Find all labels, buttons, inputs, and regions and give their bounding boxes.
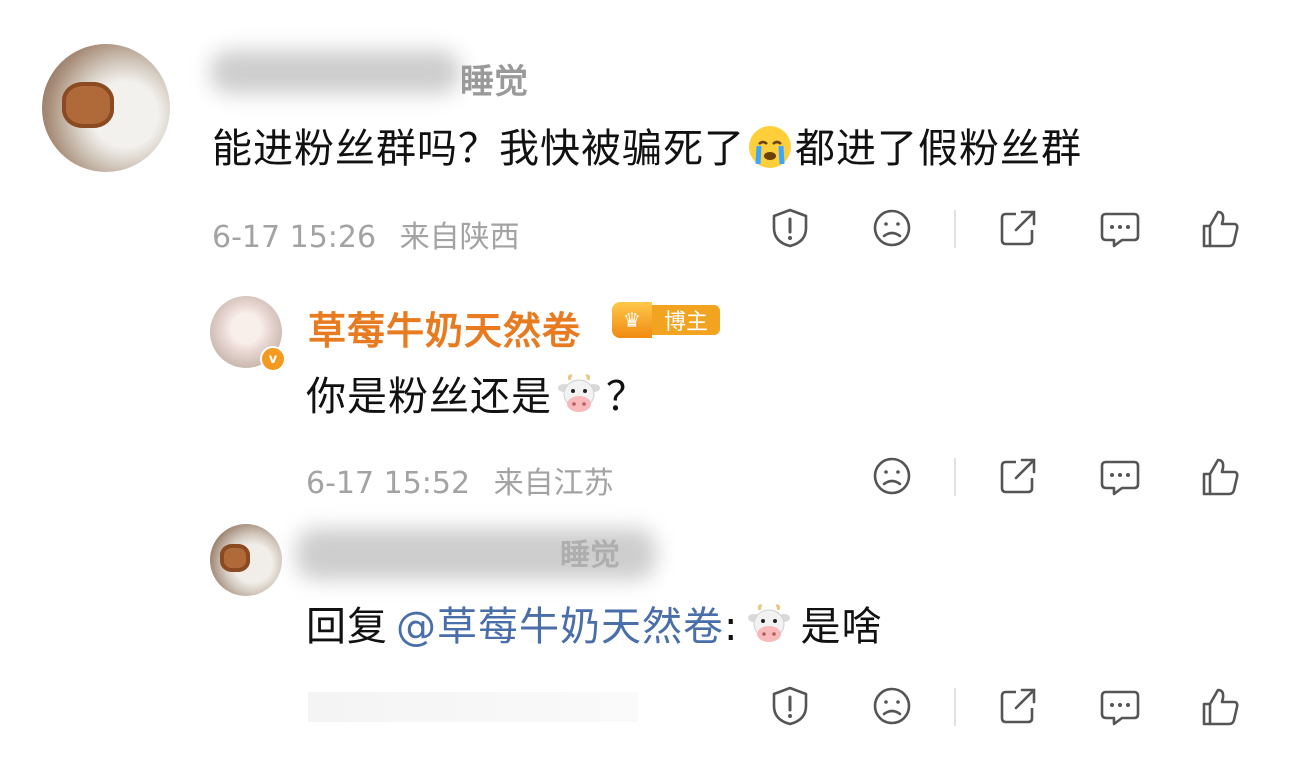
share-icon[interactable]: [996, 454, 1040, 498]
cow-emoji-icon: [558, 374, 600, 412]
cow-emoji-icon: [748, 604, 791, 642]
username[interactable]: 草莓牛奶天然卷: [308, 300, 581, 355]
avatar[interactable]: [42, 44, 170, 172]
comment-text: 回复 @草莓牛奶天然卷: 是啥: [306, 602, 882, 651]
comment-text-part: 能进粉丝群吗？我快被骗死了: [212, 126, 745, 172]
reply-prefix: 回复: [306, 604, 388, 650]
report-icon[interactable]: [768, 206, 812, 250]
comment-icon[interactable]: [1098, 206, 1142, 250]
dislike-icon[interactable]: [870, 454, 914, 498]
report-icon[interactable]: [768, 684, 812, 728]
crying-emoji-icon: [749, 126, 791, 168]
action-bar: [0, 454, 1290, 502]
comment-text-part: 都进了假粉丝群: [795, 126, 1082, 172]
mention-link[interactable]: @草莓牛奶天然卷: [396, 604, 724, 650]
dislike-icon[interactable]: [870, 684, 914, 728]
comment-text-part: 是啥: [800, 604, 883, 650]
colon: :: [724, 604, 739, 650]
share-icon[interactable]: [996, 206, 1040, 250]
divider: [954, 458, 956, 496]
crown-icon: ♛: [612, 302, 652, 338]
divider: [954, 688, 956, 726]
cookie-image: [220, 544, 250, 572]
comment-text-part: 你是粉丝还是: [306, 374, 552, 420]
comment-icon[interactable]: [1098, 454, 1142, 498]
divider: [954, 210, 956, 248]
dislike-icon[interactable]: [870, 206, 914, 250]
blurred-username: [210, 50, 460, 94]
username[interactable]: 睡觉: [460, 54, 528, 103]
blogger-badge: ♛ 博主: [612, 302, 721, 338]
comment-text: 你是粉丝还是 ？: [306, 372, 647, 421]
like-icon[interactable]: [1198, 684, 1242, 728]
badge-label: 博主: [652, 305, 721, 335]
username[interactable]: 睡觉: [560, 530, 620, 574]
comment-icon[interactable]: [1098, 684, 1142, 728]
avatar[interactable]: [210, 524, 282, 596]
like-icon[interactable]: [1198, 206, 1242, 250]
comment-text: 能进粉丝群吗？我快被骗死了 都进了假粉丝群: [212, 124, 1082, 173]
action-bar: [0, 206, 1290, 254]
verified-badge-icon: v: [260, 346, 286, 372]
action-bar: [0, 684, 1290, 732]
like-icon[interactable]: [1198, 454, 1242, 498]
share-icon[interactable]: [996, 684, 1040, 728]
comment-text-part: ？: [606, 374, 647, 420]
cookie-image: [62, 82, 114, 128]
